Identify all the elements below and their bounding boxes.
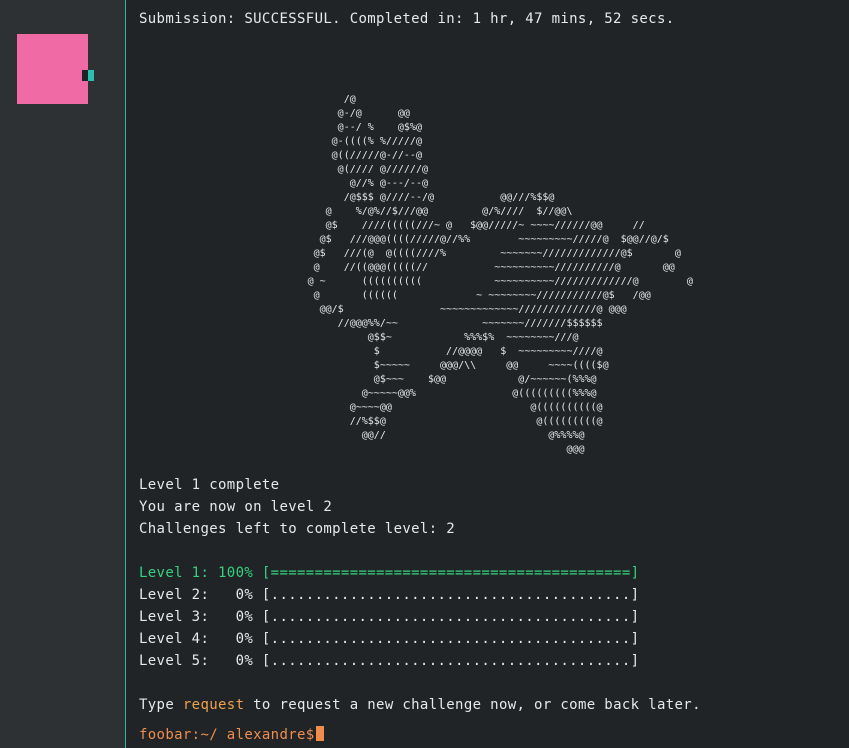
instruction-suffix: to request a new challenge now, or come … xyxy=(244,697,701,713)
challenges-left-text: Challenges left to complete level: 2 xyxy=(139,521,456,537)
current-level-text: You are now on level 2 xyxy=(139,499,333,515)
ascii-art-text: /@ @-/@ @@ @--/ % @$%@ @-((((% %/////@ @… xyxy=(307,94,693,455)
instruction-prefix: Type xyxy=(139,697,183,713)
level-3-progress: Level 3: 0% [...........................… xyxy=(139,609,640,625)
submission-status: Submission: SUCCESSFUL. Completed in: 1 … xyxy=(139,11,675,27)
terminal-window: Submission: SUCCESSFUL. Completed in: 1 … xyxy=(0,0,849,748)
level-1-progress: Level 1: 100% [=========================… xyxy=(139,565,640,581)
request-command[interactable]: request xyxy=(183,697,244,713)
level-5-progress: Level 5: 0% [...........................… xyxy=(139,653,640,669)
level-4-progress: Level 4: 0% [...........................… xyxy=(139,631,640,647)
instruction-line: Type request to request a new challenge … xyxy=(139,696,701,714)
sidebar xyxy=(0,0,126,748)
avatar-teal-marker xyxy=(88,70,94,81)
terminal-cursor xyxy=(315,726,324,741)
terminal-content[interactable]: Submission: SUCCESSFUL. Completed in: 1 … xyxy=(139,0,839,748)
command-prompt[interactable]: foobar:~/ alexandre$ xyxy=(139,726,324,744)
ascii-art: /@ @-/@ @@ @--/ % @$%@ @-((((% %/////@ @… xyxy=(139,93,839,455)
level-2-progress: Level 2: 0% [...........................… xyxy=(139,587,640,603)
pink-avatar xyxy=(17,34,94,104)
level-complete-text: Level 1 complete xyxy=(139,477,280,493)
prompt-text: foobar:~/ alexandre$ xyxy=(139,727,315,743)
